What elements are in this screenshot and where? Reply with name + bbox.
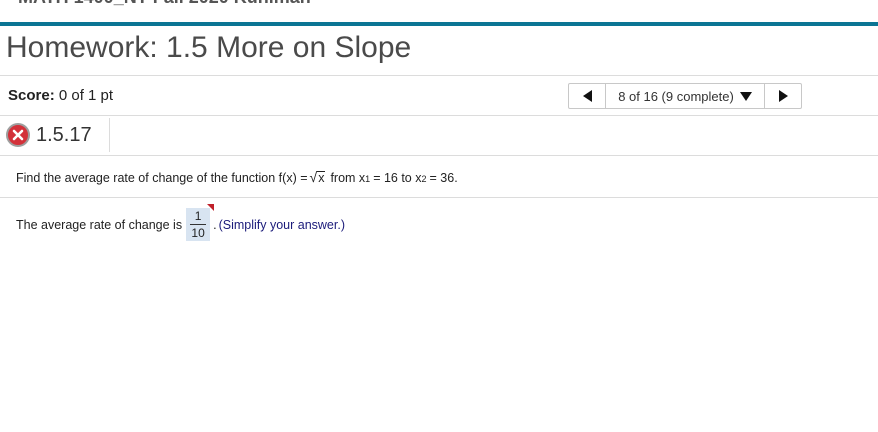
answer-suffix: . <box>213 217 217 232</box>
incorrect-flag-icon <box>207 204 215 211</box>
question-prompt: Find the average rate of change of the f… <box>16 169 458 185</box>
prompt-eq1: = 16 to x <box>373 171 422 185</box>
divider <box>0 197 878 198</box>
next-question-button[interactable] <box>765 84 801 108</box>
answer-hint: (Simplify your answer.) <box>218 217 345 232</box>
score: Score: 0 of 1 pt <box>8 87 113 104</box>
answer-denominator: 10 <box>191 226 205 240</box>
answer-line: The average rate of change is 1 10 . (Si… <box>16 204 345 241</box>
score-value: 0 of 1 pt <box>58 87 114 104</box>
sqrt-expression: √ x <box>309 169 326 185</box>
answer-numerator: 1 <box>194 209 202 223</box>
incorrect-x-icon <box>6 123 30 147</box>
homework-title: Homework: 1.5 More on Slope <box>6 31 412 64</box>
radicand: x <box>317 171 326 185</box>
arrow-left-icon <box>582 90 592 102</box>
prompt-start: Find the average rate of change of the f… <box>16 171 308 185</box>
prompt-eq2: = 36. <box>429 171 458 185</box>
subscript-2: 2 <box>421 174 427 184</box>
question-header: 1.5.17 <box>6 120 92 150</box>
course-title-bar: MATH 1400_NT Fall 2020 Kuhlman <box>0 0 878 22</box>
score-label: Score: <box>8 87 55 104</box>
subscript-1: 1 <box>365 174 371 184</box>
arrow-right-icon <box>778 90 788 102</box>
header-separator <box>109 118 110 152</box>
prompt-from: from x <box>330 171 366 185</box>
divider <box>0 155 878 156</box>
question-progress: 8 of 16 (9 complete) <box>618 88 734 104</box>
question-dropdown[interactable]: 8 of 16 (9 complete) <box>605 84 765 108</box>
caret-down-icon <box>739 91 752 101</box>
question-navigator: 8 of 16 (9 complete) <box>568 83 802 109</box>
answer-prefix: The average rate of change is <box>16 217 183 232</box>
divider <box>0 75 878 76</box>
previous-question-button[interactable] <box>569 84 605 108</box>
course-title: MATH 1400_NT Fall 2020 Kuhlman <box>18 0 311 8</box>
accent-rule <box>0 22 878 26</box>
question-number: 1.5.17 <box>36 123 92 146</box>
divider <box>0 115 878 116</box>
fraction-bar <box>190 224 207 225</box>
answer-fraction-box[interactable]: 1 10 <box>186 204 215 241</box>
